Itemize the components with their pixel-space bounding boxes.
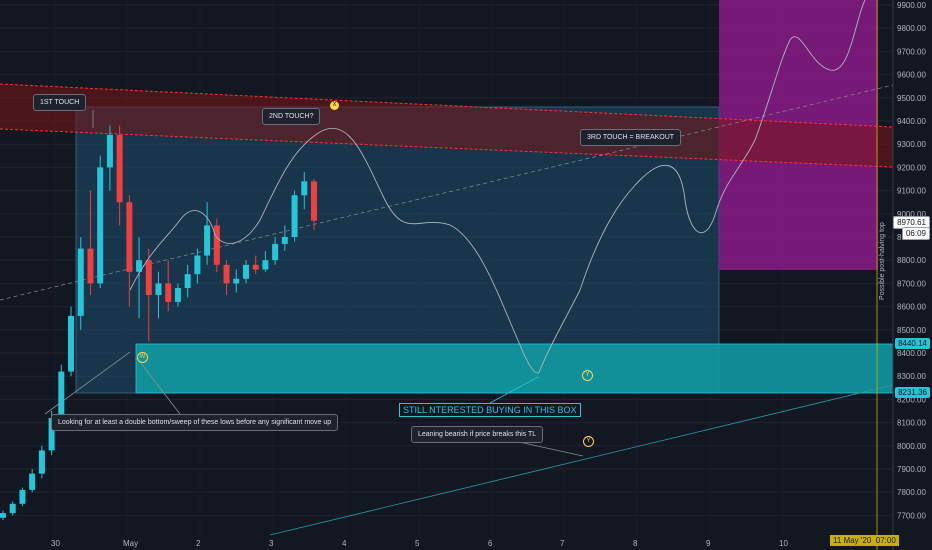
candle-body [38,450,45,474]
y-tick-label: 8800.00 [897,256,926,265]
candle-body [9,503,16,514]
candle-body [242,264,249,279]
candle-body [204,225,211,256]
candle-body [311,181,317,221]
support-trendline [269,384,894,536]
candle-body [58,371,65,418]
buy-zone-box [135,343,894,394]
candle-body [87,248,94,284]
countdown-tag: 06:09 [901,227,930,240]
note-second-touch[interactable]: 2ND TOUCH? [262,108,321,125]
y-tick-label: 9300.00 [897,140,926,149]
candle-body [233,278,240,284]
candle-body [262,260,269,270]
label-buy-box[interactable]: STILL NTERESTED BUYING IN THIS BOX [399,403,581,417]
candle-body [281,237,288,244]
y-tick-label: 9100.00 [897,187,926,196]
y-tick-label: 9400.00 [897,117,926,126]
y-tick-label: 8100.00 [897,419,926,428]
candle-body [184,274,191,289]
y-tick-label: 8600.00 [897,303,926,312]
x-tick-label: 9 [706,539,711,548]
marker-y-lower[interactable]: Y [583,436,594,447]
y-tick-label: 8000.00 [897,442,926,451]
candle-body [272,243,279,261]
y-tick-label: 8300.00 [897,372,926,381]
time-highlight-date: 11 May '20 [833,536,872,545]
candle-body [29,473,36,490]
y-tick-label: 7800.00 [897,488,926,497]
y-tick-label: 9800.00 [897,24,926,33]
candle-body [174,288,181,302]
candle-body [126,202,133,272]
note-bearish[interactable]: Leaning bearish if price breaks this TL [411,426,544,443]
time-highlight-tag: 11 May '20 07:00 [830,535,899,546]
candle-body [155,283,162,295]
candle-body [223,264,230,284]
box-top-tag: 8440.14 [895,338,930,349]
chart-svg[interactable]: 9900.00 9800.00 9700.00 9600.00 9500.00 9400.… [0,0,932,550]
zones [0,0,894,394]
candle-body [97,167,104,284]
x-tick-label: May [123,539,138,548]
note-first-touch[interactable]: 1ST TOUCH [33,94,87,111]
candle-body [145,260,152,295]
candle-body [301,181,308,196]
y-tick-label: 8500.00 [897,326,926,335]
y-tick-label: 9600.00 [897,71,926,80]
marker-y[interactable]: Y [582,370,593,381]
candle-body [0,513,6,518]
label-halving-top: Possible post-halving top [879,222,886,300]
x-tick-label: 3 [269,539,274,548]
x-tick-label: 6 [488,539,493,548]
price-axis: 9900.00 9800.00 9700.00 9600.00 9500.00 9400.… [892,0,926,550]
note-third-touch[interactable]: 3RD TOUCH = BREAKOUT [580,129,682,146]
y-tick-label: 8700.00 [897,279,926,288]
y-tick-label: 9500.00 [897,94,926,103]
x-tick-label: 30 [51,539,60,548]
candle-body [291,195,298,237]
candle-body [194,255,201,275]
x-tick-label: 5 [415,539,420,548]
note-double-bottom[interactable]: Looking for at least a double bottom/swe… [51,414,339,431]
x-tick-label: 8 [633,539,638,548]
candle-body [165,283,172,302]
candle-body [19,489,26,504]
candle-body [68,315,75,372]
y-tick-label: 9700.00 [897,47,926,56]
candle-body [77,248,84,316]
x-tick-label: 4 [342,539,347,548]
x-tick-label: 7 [560,539,565,548]
chart-canvas[interactable]: 9900.00 9800.00 9700.00 9600.00 9500.00 9400.… [0,0,932,550]
y-tick-label: 9900.00 [897,1,926,10]
y-tick-label: 7900.00 [897,465,926,474]
y-tick-label: 8400.00 [897,349,926,358]
candle-body [252,264,259,270]
marker-w[interactable]: W [137,352,148,363]
marker-x[interactable]: X [330,101,339,110]
candle-body [213,225,220,265]
x-tick-label: 10 [779,539,788,548]
y-tick-label: 9200.00 [897,163,926,172]
x-tick-label: 2 [196,539,201,548]
candle-body [116,134,123,203]
candle-body [106,134,113,168]
y-tick-label: 7700.00 [897,511,926,520]
box-bottom-tag: 8231.36 [895,387,930,398]
time-highlight-time: 07:00 [875,536,896,545]
time-axis: 30 May 2 3 4 5 6 7 8 9 10 [51,539,788,548]
